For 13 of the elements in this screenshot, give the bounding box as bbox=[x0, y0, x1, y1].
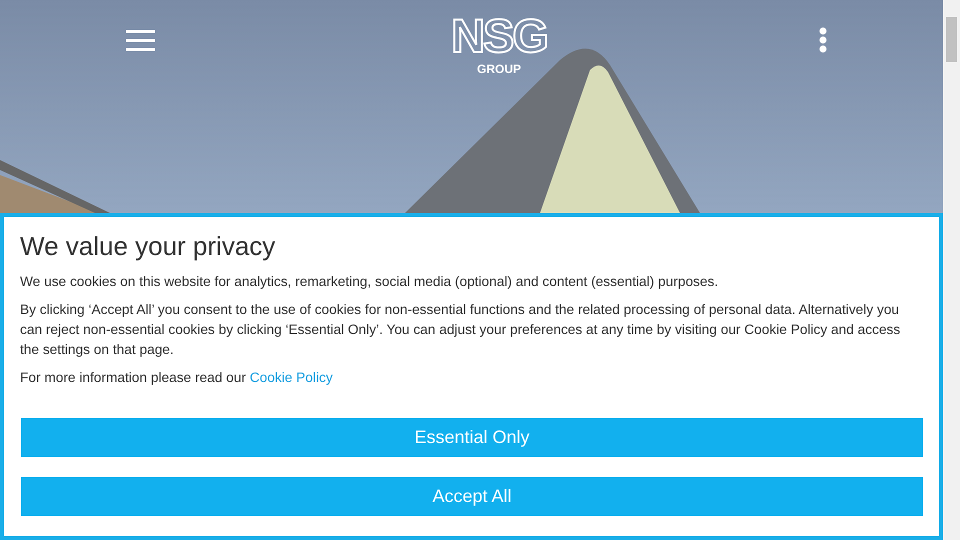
more-options-icon[interactable] bbox=[818, 27, 827, 53]
banner-text: For more information please read our Cookie Policy bbox=[20, 369, 334, 387]
accept-all-button[interactable]: Accept All bbox=[21, 477, 923, 516]
cookie-policy-link[interactable]: Cookie Policy bbox=[250, 370, 333, 385]
banner-title: We value your privacy bbox=[20, 231, 276, 262]
essential-only-button[interactable]: Essential Only bbox=[21, 418, 923, 457]
scrollbar-thumb[interactable] bbox=[946, 17, 957, 62]
scrollbar[interactable] bbox=[943, 0, 960, 540]
banner-text: By clicking ‘Accept All’ you consent to the use of cookies for non-essential functions and the related processing of personal data. Alternatively you can reject non-essential cookies by clicking ‘Essential Only’. You can adjust your preferences at any time by visiting our Cookie Policy and access the settings on that page. bbox=[20, 301, 902, 359]
menu-icon[interactable] bbox=[126, 30, 155, 51]
logo[interactable]: NSG bbox=[451, 14, 547, 58]
logo-subtitle: GROUP bbox=[476, 62, 521, 76]
banner-text: We use cookies on this website for analytics, remarketing, social media (optional) and content (essential) purposes. bbox=[20, 273, 720, 291]
